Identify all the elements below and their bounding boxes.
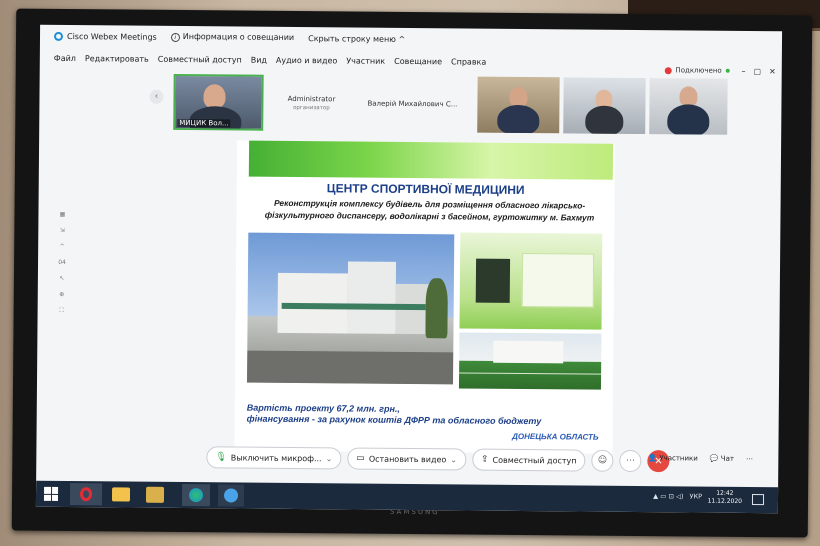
share-button[interactable]: ⇪ Совместный доступ [471, 448, 586, 472]
participant-body [497, 104, 540, 134]
slide-title: ЦЕНТР СПОРТИВНОЇ МЕДИЦИНИ [326, 181, 525, 198]
webex-meetings-taskbar-icon[interactable] [217, 484, 245, 507]
meeting-info-button[interactable]: i Информация о совещании [170, 32, 294, 43]
participant-tile-valerii[interactable]: Валерій Михайлович С... [357, 76, 467, 133]
panel-controls: 👤 Участники 💬 Чат ⋯ [648, 454, 765, 463]
pictures-app-icon[interactable] [145, 486, 165, 503]
menu-edit[interactable]: Редактировать [85, 54, 149, 64]
pointer-icon[interactable]: ⇲ [60, 227, 65, 234]
share-icon: ⇪ [480, 454, 489, 465]
chevron-down-icon[interactable]: ⌄ [326, 454, 333, 463]
hide-menu-button[interactable]: Скрыть строку меню ^ [308, 34, 405, 44]
menu-meeting[interactable]: Совещание [394, 56, 442, 65]
menu-share[interactable]: Совместный доступ [158, 54, 242, 64]
clock-time: 12:42 [716, 489, 734, 497]
input-language[interactable]: УКР [689, 492, 702, 500]
camera-icon: ▭ [356, 453, 365, 464]
menu-audio-video[interactable]: Аудио и видео [276, 55, 337, 65]
mute-label: Выключить микроф... [230, 452, 322, 463]
participant-body [585, 105, 624, 135]
participant-tile-video-3[interactable] [649, 78, 728, 135]
participant-tile-admin[interactable]: Administrator организатор [265, 75, 357, 132]
chat-button[interactable]: 💬 Чат [710, 455, 734, 463]
up-icon[interactable]: ^ [60, 243, 65, 250]
connection-status[interactable]: Подключено [664, 66, 730, 75]
microphone-icon: 🎙 [215, 452, 227, 463]
mute-button[interactable]: 🎙 Выключить микроф... ⌄ [206, 446, 342, 470]
road [247, 350, 454, 385]
windows-start-icon[interactable] [43, 486, 59, 501]
menu-view[interactable]: Вид [251, 55, 267, 64]
system-clock[interactable]: 12:42 11.12.2020 [708, 490, 742, 506]
notifications-icon[interactable] [751, 494, 765, 506]
menu-participant[interactable]: Участник [346, 56, 385, 65]
participant-name: Валерій Михайлович С... [367, 99, 458, 109]
zoom-icon[interactable]: ⊕ [59, 291, 64, 298]
slide-subtitle: Реконструкція комплексу будівель для роз… [254, 197, 604, 224]
stadium-photo [458, 332, 602, 390]
page-number: 04 [58, 258, 66, 267]
participant-tile-video-2[interactable] [563, 77, 646, 135]
annotation-toolbar: ▦ ⇲ ^ 04 ↖ ⊕ ⛶ [56, 211, 69, 324]
participant-name: Administrator [287, 94, 336, 104]
participant-face [203, 84, 226, 109]
participant-role: организатор [293, 104, 330, 112]
gym-wall [521, 252, 595, 308]
file-explorer-icon[interactable] [111, 487, 131, 502]
minimize-button[interactable]: – [741, 67, 745, 76]
maximize-button[interactable]: ▢ [753, 67, 761, 76]
info-icon: i [170, 32, 180, 42]
shared-slide: ЦЕНТР СПОРТИВНОЇ МЕДИЦИНИ Реконструкція … [234, 140, 616, 454]
grid-icon[interactable]: ▦ [60, 211, 66, 218]
slide-green-banner [248, 140, 614, 180]
webex-screen: Cisco Webex Meetings i Информация о совещ… [35, 24, 783, 514]
opera-icon[interactable] [69, 483, 103, 506]
webex-taskbar-icon[interactable] [181, 484, 211, 507]
stadium-building [493, 340, 564, 364]
participant-name-label: МИЦИК Вол... [177, 118, 231, 128]
tray-icons[interactable]: ▲ ▭ ⊡ ◁) [653, 492, 683, 500]
more-panels-icon[interactable]: ⋯ [746, 455, 753, 463]
close-button[interactable]: ✕ [769, 67, 776, 76]
participant-body [667, 104, 710, 135]
webex-logo-icon [53, 31, 64, 41]
cursor-icon[interactable]: ↖ [59, 275, 64, 282]
more-options-button[interactable]: ⋯ [619, 449, 642, 473]
building-tower [347, 261, 397, 334]
building-stripe [281, 302, 426, 311]
record-dot-icon [664, 66, 672, 74]
slide-subtitle-line2: фізкультурного диспансеру, водолікарні з… [264, 209, 595, 223]
slide-region: ДОНЕЦЬКА ОБЛАСТЬ [512, 431, 599, 442]
tree [425, 278, 448, 339]
share-label: Совместный доступ [492, 455, 577, 465]
gym-photo [459, 232, 603, 330]
stop-video-button[interactable]: ▭ Остановить видео ⌄ [347, 447, 467, 471]
building-photo [247, 232, 455, 385]
slide-cost-text: Вартість проекту 67,2 млн. грн., фінансу… [247, 403, 542, 428]
fullscreen-icon[interactable]: ⛶ [59, 307, 63, 315]
participant-tile-video-1[interactable] [477, 76, 560, 134]
connected-dot-icon [725, 68, 730, 73]
athlete-poster [475, 258, 511, 303]
app-title: Cisco Webex Meetings [66, 31, 157, 42]
slide-cost-line2: фінансування - за рахунок коштів ДФРР та… [246, 413, 542, 427]
menu-file[interactable]: Файл [54, 53, 76, 62]
field-line [459, 372, 602, 375]
chevron-down-icon[interactable]: ⌄ [450, 455, 457, 464]
clock-date: 11.12.2020 [707, 497, 743, 505]
participant-strip: МИЦИК Вол... Administrator организатор В… [157, 73, 728, 135]
window-controls: – ▢ ✕ [733, 67, 775, 76]
reactions-button[interactable]: ☺ [591, 449, 614, 472]
participants-button[interactable]: 👤 Участники [648, 454, 698, 462]
menu-help[interactable]: Справка [451, 57, 486, 66]
meeting-controls: 🎙 Выключить микроф... ⌄ ▭ Остановить вид… [206, 446, 670, 473]
video-label: Остановить видео [368, 454, 447, 464]
participant-tile-active[interactable]: МИЦИК Вол... [173, 73, 264, 131]
